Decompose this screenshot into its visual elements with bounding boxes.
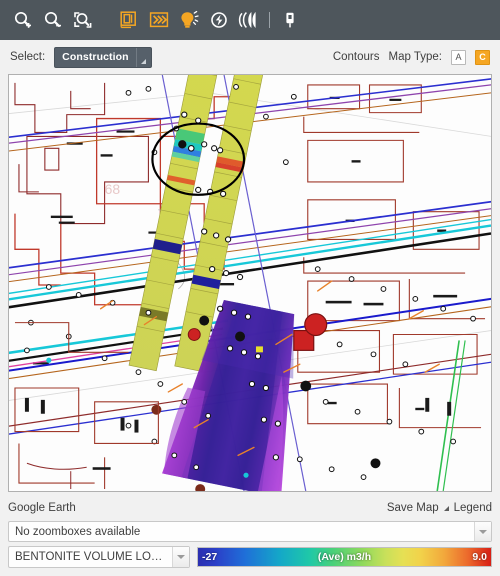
flash-icon[interactable] xyxy=(206,7,232,33)
zoom-extent-icon[interactable] xyxy=(70,7,96,33)
zoombox-row: No zoomboxes available xyxy=(8,521,492,542)
select-bar-right: Contours Map Type: A C xyxy=(333,49,490,65)
chevrons-right-icon[interactable] xyxy=(146,7,172,33)
map-type-option-c[interactable]: C xyxy=(475,49,490,65)
zoom-out-icon[interactable] xyxy=(40,7,66,33)
toolbar-separator xyxy=(269,12,270,28)
construction-dropdown-value: Construction xyxy=(62,51,129,63)
colorbar-legend: -27 (Ave) m3/h 9.0 xyxy=(197,547,492,567)
map-block-number: 68 xyxy=(105,181,121,197)
zoombox-select[interactable]: No zoomboxes available xyxy=(8,521,492,542)
layers-panel-icon[interactable] xyxy=(116,7,142,33)
bottom-panel: Google Earth Save Map Legend No zoomboxe… xyxy=(0,492,500,576)
map-type-option-a[interactable]: A xyxy=(451,49,466,65)
select-bar: Select: Construction Contours Map Type: … xyxy=(0,40,500,74)
contours-button[interactable]: Contours xyxy=(333,51,380,63)
bottom-row-actions: Google Earth Save Map Legend xyxy=(8,498,492,518)
map-drawing: 68 xyxy=(9,75,491,491)
zoombox-select-value: No zoomboxes available xyxy=(15,525,141,538)
save-map-chevron-icon[interactable] xyxy=(443,505,449,511)
legend-button[interactable]: Legend xyxy=(454,502,492,514)
construction-dropdown[interactable]: Construction xyxy=(54,46,152,68)
zoom-in-icon[interactable] xyxy=(10,7,36,33)
map-marker-circle xyxy=(304,313,328,337)
parameter-select[interactable]: BENTONITE VOLUME LOOSENING... xyxy=(8,546,190,568)
save-map-button[interactable]: Save Map xyxy=(387,502,439,514)
select-label: Select: xyxy=(10,51,46,63)
map-canvas[interactable]: 68 xyxy=(8,74,492,492)
bottom-row-actions-right: Save Map Legend xyxy=(387,502,492,514)
top-toolbar xyxy=(0,0,500,40)
rings-icon[interactable] xyxy=(236,7,262,33)
marker-pin-icon[interactable] xyxy=(277,7,303,33)
application-window: Select: Construction Contours Map Type: … xyxy=(0,0,500,576)
parameter-row: BENTONITE VOLUME LOOSENING... -27 (Ave) … xyxy=(8,546,492,568)
chevron-down-icon xyxy=(172,547,189,567)
parameter-select-value: BENTONITE VOLUME LOOSENING... xyxy=(15,551,172,563)
google-earth-button[interactable]: Google Earth xyxy=(8,502,76,514)
chevron-down-icon xyxy=(474,522,491,541)
map-type-label: Map Type: xyxy=(388,51,443,63)
chevron-down-icon xyxy=(135,47,151,67)
colorbar-max-label: 9.0 xyxy=(472,551,487,563)
lightbulb-icon[interactable] xyxy=(176,7,202,33)
colorbar-unit-label: (Ave) m3/h xyxy=(317,551,372,563)
